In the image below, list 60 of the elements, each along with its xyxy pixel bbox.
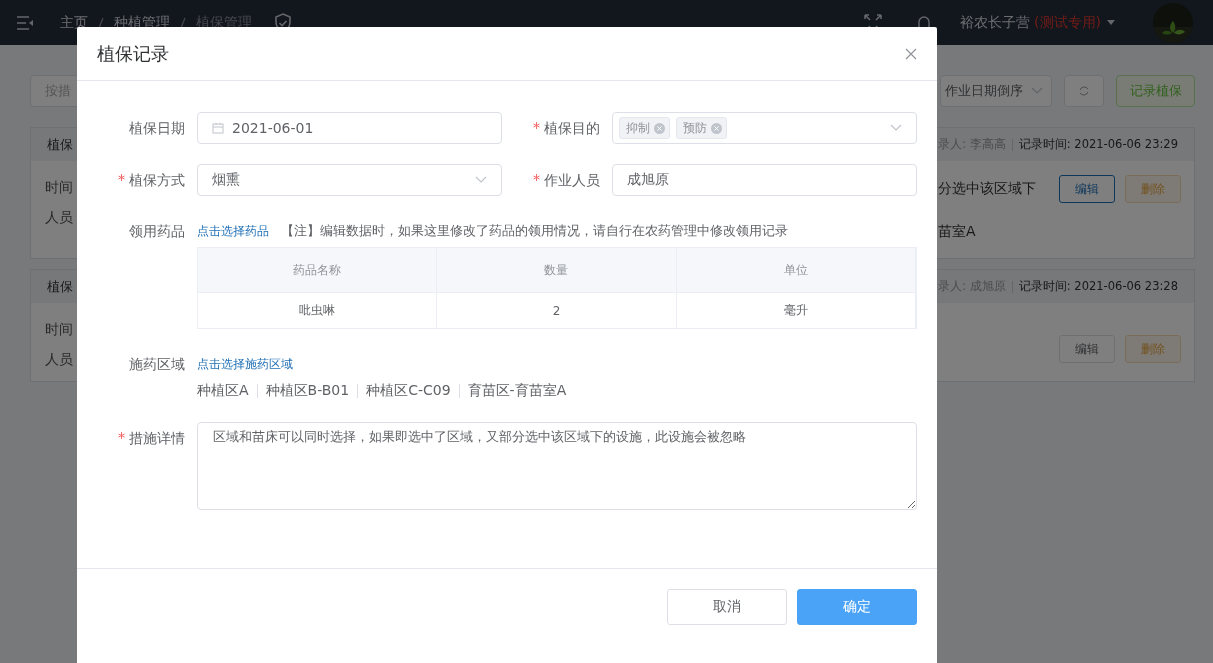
note-text: 【注】编辑数据时，如果这里修改了药品的领用情况，请自行在农药管理中修改领用记录 xyxy=(281,222,788,240)
record-label: 人员 xyxy=(45,351,73,369)
field-label: 措施详情 xyxy=(97,422,197,454)
input-field[interactable]: 成旭原 xyxy=(612,164,917,196)
record-label: 人员 xyxy=(45,209,73,227)
record-detail: 分选中该区域下 xyxy=(938,180,1036,198)
record-label: 时间 xyxy=(45,321,73,339)
column-header: 单位 xyxy=(676,248,916,293)
area-name: 育苗区-育苗室A xyxy=(467,382,567,400)
menu-icon[interactable] xyxy=(16,14,34,31)
close-icon[interactable] xyxy=(711,122,722,134)
cancel-button[interactable]: 取消 xyxy=(667,589,787,625)
area-name: 种植区A xyxy=(197,382,249,400)
dialog-title: 植保记录 xyxy=(97,41,169,66)
multi-select-field[interactable]: 抑制 预防 xyxy=(612,112,917,144)
record-title: 植保 xyxy=(47,277,73,296)
field-label: 作业人员 xyxy=(512,164,612,196)
field-label: 植保日期 xyxy=(128,119,186,138)
required-icon xyxy=(118,174,125,181)
edit-button[interactable]: 编辑 xyxy=(1059,175,1115,203)
required-icon xyxy=(533,174,540,181)
area-name: 种植区C-C09 xyxy=(366,382,451,400)
tag-chip: 抑制 xyxy=(619,117,670,139)
caret-icon[interactable] xyxy=(1107,20,1115,25)
chevron-down-icon xyxy=(475,176,487,184)
record-detail: 苗室A xyxy=(938,223,977,241)
slash-separator-icon xyxy=(180,16,186,29)
slash-separator-icon xyxy=(98,16,104,29)
table-cell: 2 xyxy=(437,293,677,328)
required-icon xyxy=(118,432,125,439)
chevron-down-icon xyxy=(890,124,902,132)
tag-chip: 预防 xyxy=(676,117,727,139)
field-label: 植保目的 xyxy=(512,112,612,144)
record-time: 记录时间: 2021-06-06 23:28 xyxy=(1018,279,1178,294)
select-field[interactable]: 烟熏 xyxy=(197,164,502,196)
user-name[interactable]: 裕农长子营 (测试专用) xyxy=(959,13,1101,32)
field-label: 施药区域 xyxy=(128,355,186,374)
confirm-button[interactable]: 确定 xyxy=(797,589,917,625)
close-icon[interactable] xyxy=(905,47,917,60)
field-label: 领用药品 xyxy=(128,222,186,241)
column-header: 数量 xyxy=(437,248,677,293)
sort-select[interactable]: 作业日期倒序 xyxy=(940,75,1052,107)
edit-button[interactable]: 编辑 xyxy=(1059,335,1115,363)
chevron-down-icon xyxy=(1031,87,1043,95)
refresh-icon xyxy=(1078,85,1090,97)
required-icon xyxy=(533,122,540,129)
record-time: 记录时间: 2021-06-06 23:29 xyxy=(1018,137,1178,152)
select-area-link[interactable]: 点击选择施药区域 xyxy=(197,348,293,380)
record-label: 时间 xyxy=(45,179,73,197)
column-header: 药品名称 xyxy=(198,248,438,293)
close-icon[interactable] xyxy=(654,122,665,134)
table-cell: 吡虫啉 xyxy=(198,293,438,328)
select-medicine-link[interactable]: 点击选择药品 xyxy=(197,215,269,247)
calendar-icon xyxy=(212,122,224,134)
record-title: 植保 xyxy=(47,135,73,154)
table-cell: 毫升 xyxy=(676,293,916,328)
field-label: 植保方式 xyxy=(97,164,197,196)
details-textarea[interactable]: 区域和苗床可以同时选择，如果即选中了区域，又部分选中该区域下的设施，此设施会被忽略 xyxy=(197,422,917,510)
area-name: 种植区B-B01 xyxy=(265,382,350,400)
date-field[interactable]: 2021-06-01 xyxy=(197,112,502,144)
